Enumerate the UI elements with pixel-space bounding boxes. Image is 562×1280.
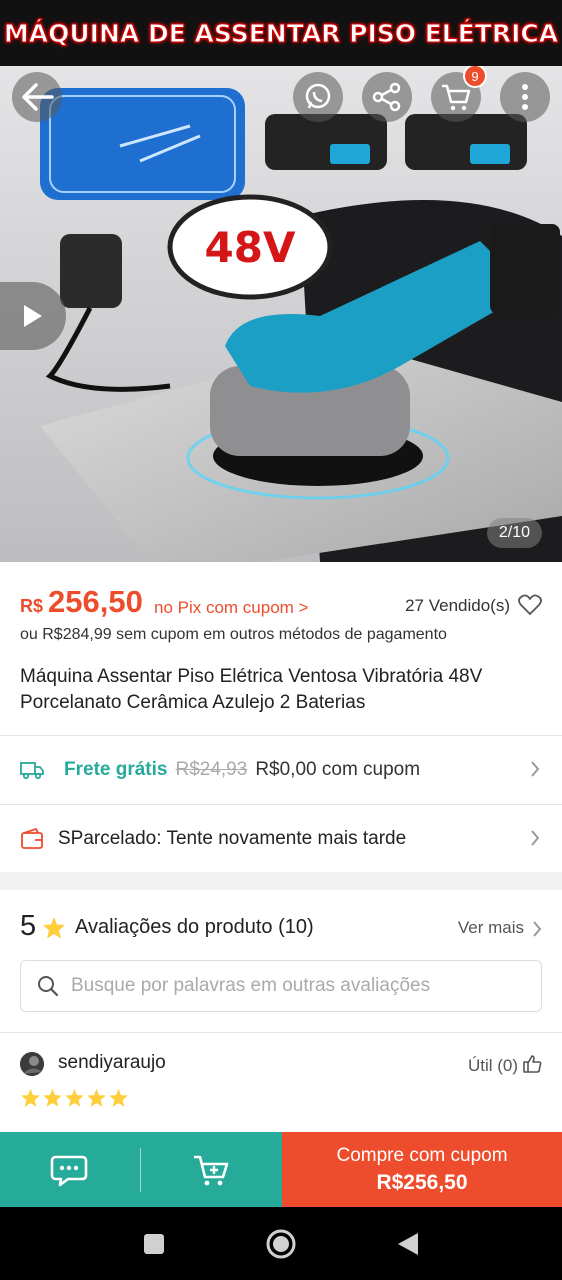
whatsapp-share-button[interactable] [293,72,343,122]
price-value: 256,50 [48,584,143,619]
price-row: R$ 256,50 no Pix com cupom > 27 Vendido(… [20,584,542,624]
share-button[interactable] [362,72,412,122]
cart-icon [442,84,471,111]
more-options-button[interactable] [500,72,550,122]
shipping-row[interactable]: Frete grátis R$24,93 R$0,00 com cupom [20,736,542,804]
shipping-old-price: R$24,93 [175,759,248,780]
sold-count: 27 Vendido(s) [405,596,510,615]
voltage-text: 48V [205,223,296,272]
reviews-count: (10) [278,916,314,938]
star-icon [65,1088,84,1107]
avatar [20,1052,44,1076]
share-icon [372,82,401,112]
review-item: sendiyaraujo Útil (0) [20,1048,542,1118]
home-icon[interactable] [265,1228,297,1260]
chevron-right-icon [533,921,542,937]
divider [140,1132,141,1207]
star-icon [21,1088,40,1107]
banner-text: MÁQUINA DE ASSENTAR PISO ELÉTRICA [3,18,559,48]
chat-button[interactable] [0,1132,140,1207]
section-gap [0,872,562,890]
reviews-label: Avaliações do produto (10) [75,916,314,938]
back-arrow-icon [22,83,54,111]
review-stars [20,1088,129,1108]
helpful-button[interactable]: Útil (0) [468,1056,518,1076]
add-to-cart-button[interactable] [141,1132,282,1207]
pix-coupon-link[interactable]: no Pix com cupom > [154,598,309,618]
rating-score: 5 [20,910,37,942]
review-username: sendiyaraujo [58,1052,166,1073]
see-more-link[interactable]: Ver mais [458,918,524,938]
video-play-button[interactable] [0,282,66,350]
bottom-action-bar: Compre com cupom R$256,50 [0,1132,562,1207]
thumbs-up-icon[interactable] [522,1054,542,1074]
star-icon [43,917,65,939]
product-image: 48V [0,66,562,562]
play-icon [24,305,42,327]
product-banner: MÁQUINA DE ASSENTAR PISO ELÉTRICA [0,0,562,66]
star-icon [109,1088,128,1107]
buy-button-price: R$256,50 [376,1170,468,1194]
more-vertical-icon [522,84,528,110]
back-button[interactable] [12,72,62,122]
shipping-new-price: R$0,00 com cupom [255,759,421,780]
star-icon [43,1088,62,1107]
image-counter: 2/10 [486,518,542,548]
recent-apps-icon[interactable] [143,1233,165,1255]
add-to-cart-icon [193,1155,228,1185]
review-search-box[interactable] [20,960,542,1012]
installments-text: SParcelado: Tente novamente mais tarde [58,828,407,849]
chevron-right-icon [531,830,540,846]
product-image-carousel[interactable]: 48V 9 2/10 [0,66,562,562]
reviews-header: 5 Avaliações do produto (10) Ver mais [20,908,542,948]
chat-icon [50,1155,88,1186]
buy-button-label: Compre com cupom [336,1144,508,1166]
wallet-icon [20,826,46,852]
truck-icon [20,757,46,783]
free-shipping-label: Frete grátis [64,759,168,780]
cart-button[interactable]: 9 [431,66,487,122]
alternative-price: ou R$284,99 sem cupom em outros métodos … [20,626,447,643]
heart-icon[interactable] [518,594,542,616]
star-icon [87,1088,106,1107]
installments-row[interactable]: SParcelado: Tente novamente mais tarde [20,805,542,873]
divider [0,1032,562,1033]
chevron-right-icon [531,761,540,777]
review-search-input[interactable] [71,975,511,997]
search-icon [38,976,59,997]
whatsapp-icon [305,83,331,109]
price-currency: R$ [20,596,44,616]
back-nav-icon[interactable] [396,1231,420,1257]
product-title: Máquina Assentar Piso Elétrica Ventosa V… [20,666,483,713]
buy-with-coupon-button[interactable]: Compre com cupom R$256,50 [282,1132,562,1207]
system-navigation-bar [0,1207,562,1280]
